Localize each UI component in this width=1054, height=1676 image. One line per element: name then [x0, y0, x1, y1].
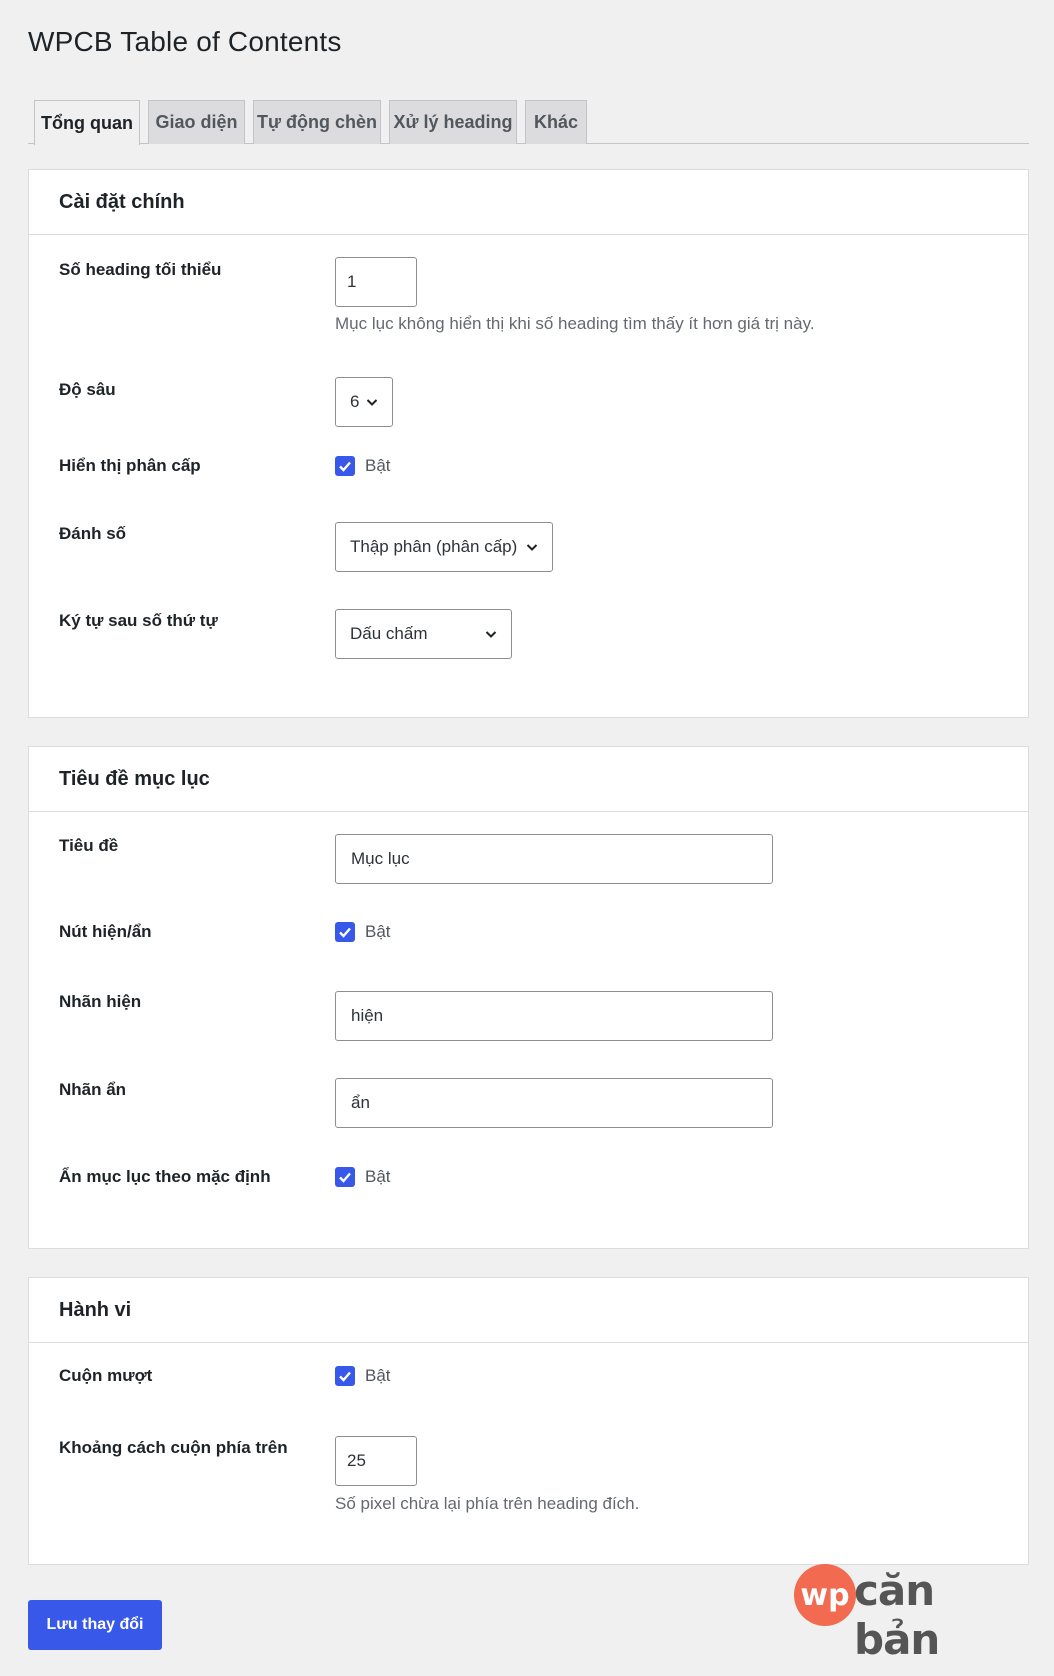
scroll-offset-label: Khoảng cách cuộn phía trên: [59, 1438, 288, 1457]
suffix-value: Dấu chấm: [350, 624, 428, 643]
chevron-down-icon: [366, 396, 378, 408]
heading-input[interactable]: Mục lục: [335, 834, 773, 884]
main-settings-card: Cài đặt chính Số heading tối thiểu 1 Mục…: [28, 169, 1029, 718]
show-label-label: Nhãn hiện: [59, 992, 142, 1011]
toggle-button-option: Bật: [365, 922, 391, 941]
card-title: Cài đặt chính: [29, 170, 1028, 235]
checkmark-icon: [339, 1371, 351, 1382]
checkmark-icon: [339, 1172, 351, 1183]
smooth-scroll-label: Cuộn mượt: [59, 1366, 153, 1385]
hide-label-input[interactable]: ẩn: [335, 1078, 773, 1128]
hide-default-checkbox[interactable]: [335, 1167, 355, 1187]
checkmark-icon: [339, 927, 351, 938]
numbering-select[interactable]: Thập phân (phân cấp): [335, 522, 553, 572]
toggle-button-checkbox[interactable]: [335, 922, 355, 942]
show-label-input[interactable]: hiện: [335, 991, 773, 1041]
hierarchy-checkbox[interactable]: [335, 456, 355, 476]
card-title: Hành vi: [29, 1278, 1028, 1343]
hide-default-label: Ẩn mục lục theo mặc định: [59, 1167, 271, 1186]
toc-title-card: Tiêu đề mục lục Tiêu đề Mục lục Nút hiện…: [28, 746, 1029, 1249]
suffix-select[interactable]: Dấu chấm: [335, 609, 512, 659]
numbering-label: Đánh số: [59, 524, 127, 543]
wpcanban-logo: wp căn bản: [794, 1560, 994, 1664]
hierarchy-option: Bật: [365, 456, 391, 475]
scroll-offset-description: Số pixel chừa lại phía trên heading đích…: [335, 1494, 640, 1513]
logo-text: căn bản: [854, 1566, 940, 1664]
min-headings-description: Mục lục không hiển thị khi số heading tì…: [335, 314, 815, 333]
suffix-label: Ký tự sau số thứ tự: [59, 611, 218, 630]
min-headings-label: Số heading tối thiểu: [59, 260, 222, 279]
smooth-scroll-checkbox[interactable]: [335, 1366, 355, 1386]
numbering-value: Thập phân (phân cấp): [350, 537, 518, 556]
tab-appearance[interactable]: Giao diện: [148, 100, 245, 144]
tab-auto-insert[interactable]: Tự động chèn: [253, 100, 381, 144]
depth-value: 6: [350, 392, 360, 411]
settings-page: WPCB Table of Contents Tổng quan Giao di…: [0, 0, 1054, 1676]
page-title: WPCB Table of Contents: [28, 26, 342, 57]
toggle-button-label: Nút hiện/ẩn: [59, 922, 152, 941]
card-title: Tiêu đề mục lục: [29, 747, 1028, 812]
tab-bar: Tổng quan Giao diện Tự động chèn Xử lý h…: [28, 100, 1029, 145]
checkmark-icon: [339, 461, 351, 472]
depth-select[interactable]: 6: [335, 377, 393, 427]
hide-label-label: Nhãn ẩn: [59, 1080, 127, 1099]
chevron-down-icon: [485, 628, 497, 640]
tab-other[interactable]: Khác: [525, 100, 587, 144]
behavior-card: Hành vi Cuộn mượt Bật Khoảng cách cuộn p…: [28, 1277, 1029, 1565]
hide-default-option: Bật: [365, 1167, 391, 1186]
save-button[interactable]: Lưu thay đổi: [28, 1600, 162, 1650]
heading-label: Tiêu đề: [59, 836, 119, 855]
scroll-offset-input[interactable]: 25: [335, 1436, 417, 1486]
smooth-scroll-option: Bật: [365, 1366, 391, 1385]
logo-wp-circle: wp: [794, 1564, 856, 1626]
min-headings-input[interactable]: 1: [335, 257, 417, 307]
tab-overview[interactable]: Tổng quan: [34, 100, 140, 145]
hierarchy-label: Hiển thị phân cấp: [59, 456, 201, 475]
depth-label: Độ sâu: [59, 380, 116, 399]
chevron-down-icon: [526, 541, 538, 553]
tab-heading-processing[interactable]: Xử lý heading: [389, 100, 517, 144]
